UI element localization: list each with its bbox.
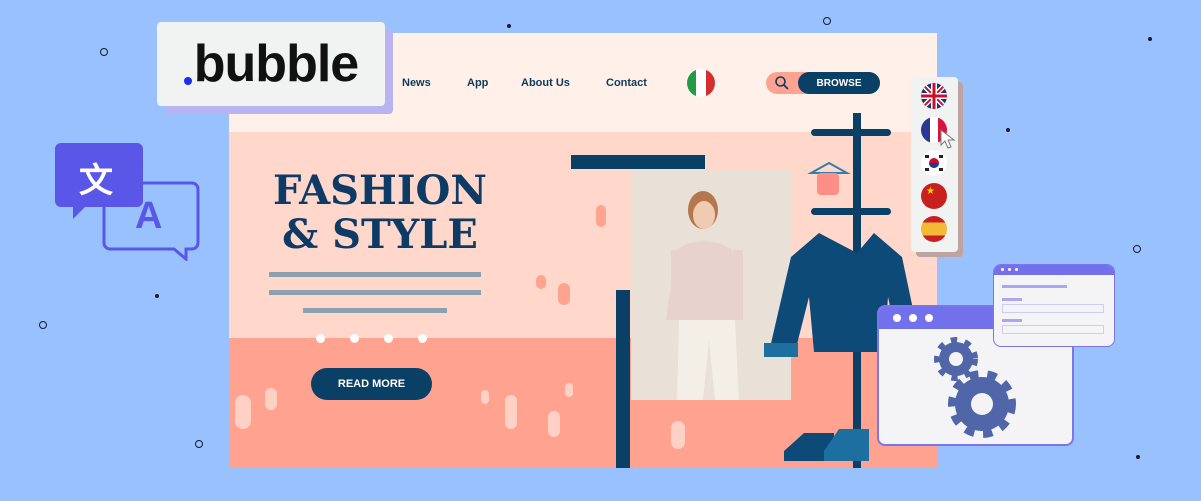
decor-pill — [265, 388, 277, 410]
window-titlebar — [994, 265, 1114, 275]
italy-flag-icon[interactable] — [687, 69, 715, 97]
form-heading-placeholder — [1002, 285, 1067, 288]
spain-flag-icon[interactable] — [921, 216, 947, 242]
text-placeholder-line — [303, 308, 447, 313]
decor-pill — [235, 395, 251, 429]
browse-button[interactable]: BROWSE — [798, 72, 880, 94]
decor-ring — [1133, 245, 1141, 253]
nav-news[interactable]: News — [402, 77, 431, 89]
decor-pill — [671, 421, 685, 449]
read-more-button[interactable]: READ MORE — [311, 368, 432, 400]
translate-icon: 文 A — [55, 143, 200, 263]
carousel-dot[interactable] — [316, 334, 325, 343]
decor-bar — [571, 155, 705, 169]
decor-ring — [39, 321, 47, 329]
decor-ring — [823, 17, 831, 25]
mouse-cursor-icon — [940, 129, 956, 149]
form-label-placeholder — [1002, 319, 1022, 322]
decor-dot — [1136, 455, 1140, 459]
bubble-logo: bubble — [157, 22, 385, 106]
nav-app[interactable]: App — [467, 77, 488, 89]
text-placeholder-line — [269, 290, 481, 295]
decor-pill — [596, 205, 606, 227]
decor-dot — [155, 294, 159, 298]
search-icon — [775, 76, 789, 90]
decor-dot — [507, 24, 511, 28]
nav-about-us[interactable]: About Us — [521, 77, 570, 89]
logo-dot — [183, 77, 192, 85]
decor-dot — [1006, 128, 1010, 132]
decor-pill — [565, 383, 573, 397]
form-window — [993, 264, 1115, 347]
decor-pill — [558, 283, 570, 305]
united-kingdom-flag-icon[interactable] — [921, 83, 947, 109]
search-bar[interactable]: BROWSE — [766, 72, 880, 94]
decor-dot — [1148, 37, 1152, 41]
carousel-dot[interactable] — [418, 334, 427, 343]
language-menu: ★ — [911, 77, 958, 252]
south-korea-flag-icon[interactable] — [921, 150, 947, 176]
text-placeholder-line — [269, 272, 481, 277]
decor-pill — [536, 275, 546, 289]
decor-ring — [195, 440, 203, 448]
carousel-dot[interactable] — [350, 334, 359, 343]
form-input[interactable] — [1002, 304, 1104, 313]
carousel-dot[interactable] — [384, 334, 393, 343]
decor-pill — [481, 390, 489, 404]
china-flag-icon[interactable]: ★ — [921, 183, 947, 209]
nav-contact[interactable]: Contact — [606, 77, 647, 89]
decor-pill — [505, 395, 517, 429]
hero-title: FASHION & STYLE — [273, 167, 487, 258]
decor-pill — [548, 411, 560, 437]
decor-ring — [100, 48, 108, 56]
decor-bar — [616, 290, 630, 468]
form-label-placeholder — [1002, 298, 1022, 301]
form-input[interactable] — [1002, 325, 1104, 334]
